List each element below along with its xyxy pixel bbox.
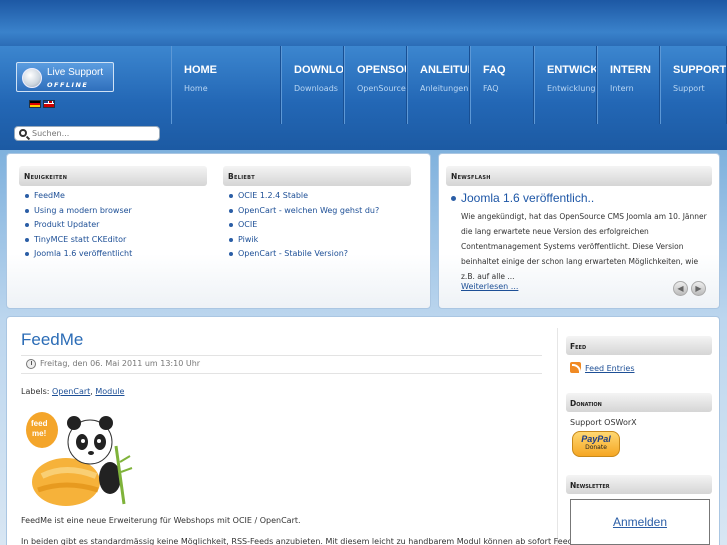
svg-text:me!: me! (32, 429, 46, 438)
nav-sublabel: Anleitungen (420, 84, 469, 93)
article-labels: Labels: OpenCart, Module (21, 387, 125, 396)
newsflash-header: Newsflash (446, 166, 712, 186)
nav-item-anleitungen[interactable]: ANLEITUNGEN Anleitungen (407, 46, 470, 124)
nav-item-opensource[interactable]: OPENSOURCE OpenSource (344, 46, 407, 124)
newsletter-box: Anmelden (570, 499, 710, 545)
nav-sublabel: OpenSource (357, 84, 406, 93)
neuigkeiten-list: FeedMe Using a modern browser Produkt Up… (22, 191, 132, 264)
nav-item-intern[interactable]: INTERN Intern (597, 46, 660, 124)
clock-icon (26, 359, 36, 369)
donation-text: Support OSWorX (570, 418, 637, 427)
article-paragraph: In beiden gibt es standardmässig keine M… (21, 537, 577, 545)
nav-item-entwicklung[interactable]: ENTWICKLUNG Entwicklung (534, 46, 597, 124)
nav-sublabel: Intern (610, 84, 634, 93)
newsletter-header: Newsletter (566, 475, 712, 494)
live-support-title: Live Support (47, 67, 104, 78)
article-title[interactable]: FeedMe (21, 330, 83, 350)
nav-sublabel: Downloads (294, 84, 338, 93)
newsflash-bullet (451, 196, 456, 201)
nav-item-faq[interactable]: FAQ FAQ (470, 46, 534, 124)
nav-sublabel: Entwicklung (547, 84, 596, 93)
search-box (14, 126, 160, 141)
nav-item-support[interactable]: SUPPORT Support (660, 46, 727, 124)
paypal-donate-button[interactable]: PayPal Donate (572, 431, 620, 457)
column-divider (557, 328, 558, 545)
nav-label: OPENSOURCE (357, 64, 406, 76)
main-nav: HOME Home DOWNLOADS Downloads OPENSOURCE… (171, 46, 727, 124)
nav-item-downloads[interactable]: DOWNLOADS Downloads (281, 46, 344, 124)
beliebt-list: OCIE 1.2.4 Stable OpenCart - welchen Weg… (226, 191, 379, 264)
list-item[interactable]: OpenCart - welchen Weg gehst du? (226, 206, 379, 221)
nav-label: ENTWICKLUNG (547, 64, 596, 76)
german-flag-icon[interactable] (29, 100, 41, 108)
list-item[interactable]: Piwik (226, 235, 379, 250)
search-input[interactable] (32, 128, 157, 139)
live-support-status: OFFLINE (47, 81, 89, 89)
list-item[interactable]: Using a modern browser (22, 206, 132, 221)
list-item[interactable]: OCIE (226, 220, 379, 235)
label-link-module[interactable]: Module (95, 387, 124, 396)
nav-sublabel: Support (673, 84, 705, 93)
nav-sublabel: Home (184, 84, 208, 93)
english-flag-icon[interactable] (43, 100, 55, 108)
next-arrow-icon[interactable]: ▶ (691, 281, 706, 296)
paypal-logo: PayPal (581, 434, 611, 444)
feedme-panda-image: feed me! (26, 412, 133, 506)
nav-label: ANLEITUNGEN (420, 64, 469, 76)
nav-item-home[interactable]: HOME Home (171, 46, 281, 124)
read-more-link[interactable]: Weiterlesen ... (461, 282, 518, 291)
beliebt-header: Beliebt (223, 166, 411, 186)
list-item[interactable]: Joomla 1.6 veröffentlicht (22, 249, 132, 264)
label-link-opencart[interactable]: OpenCart (52, 387, 90, 396)
svg-text:feed: feed (31, 419, 48, 428)
donation-header: Donation (566, 393, 712, 412)
list-item[interactable]: TinyMCE statt CKEditor (22, 235, 132, 250)
feed-entries-link[interactable]: Feed Entries (585, 364, 635, 373)
nav-label: HOME (184, 64, 217, 76)
feed-header: Feed (566, 336, 712, 355)
prev-arrow-icon[interactable]: ◀ (673, 281, 688, 296)
article-paragraph: FeedMe ist eine neue Erweiterung für Web… (21, 516, 301, 525)
list-item[interactable]: FeedMe (22, 191, 132, 206)
nav-label: FAQ (483, 64, 506, 76)
nav-label: DOWNLOADS (294, 64, 344, 76)
live-support-button[interactable]: Live Support OFFLINE (16, 62, 114, 92)
nav-label: SUPPORT (673, 64, 727, 76)
language-switcher (29, 100, 55, 108)
list-item[interactable]: OCIE 1.2.4 Stable (226, 191, 379, 206)
search-icon[interactable] (19, 129, 27, 137)
list-item[interactable]: OpenCart - Stabile Version? (226, 249, 379, 264)
nav-label: INTERN (610, 64, 651, 76)
top-band (0, 0, 727, 46)
list-item[interactable]: Produkt Updater (22, 220, 132, 235)
neuigkeiten-header: Neuigkeiten (19, 166, 207, 186)
divider (21, 373, 542, 374)
newsflash-text: Wie angekündigt, hat das OpenSource CMS … (461, 212, 707, 281)
rss-icon[interactable] (570, 362, 581, 373)
nav-sublabel: FAQ (483, 84, 499, 93)
donate-label: Donate (585, 444, 607, 451)
live-support-icon (22, 68, 42, 88)
labels-prefix: Labels: (21, 387, 50, 396)
article-date: Freitag, den 06. Mai 2011 um 13:10 Uhr (40, 359, 201, 368)
newsflash-headline[interactable]: Joomla 1.6 veröffentlich.. (461, 191, 594, 205)
divider (21, 355, 542, 356)
newsletter-signup-link[interactable]: Anmelden (571, 515, 709, 529)
